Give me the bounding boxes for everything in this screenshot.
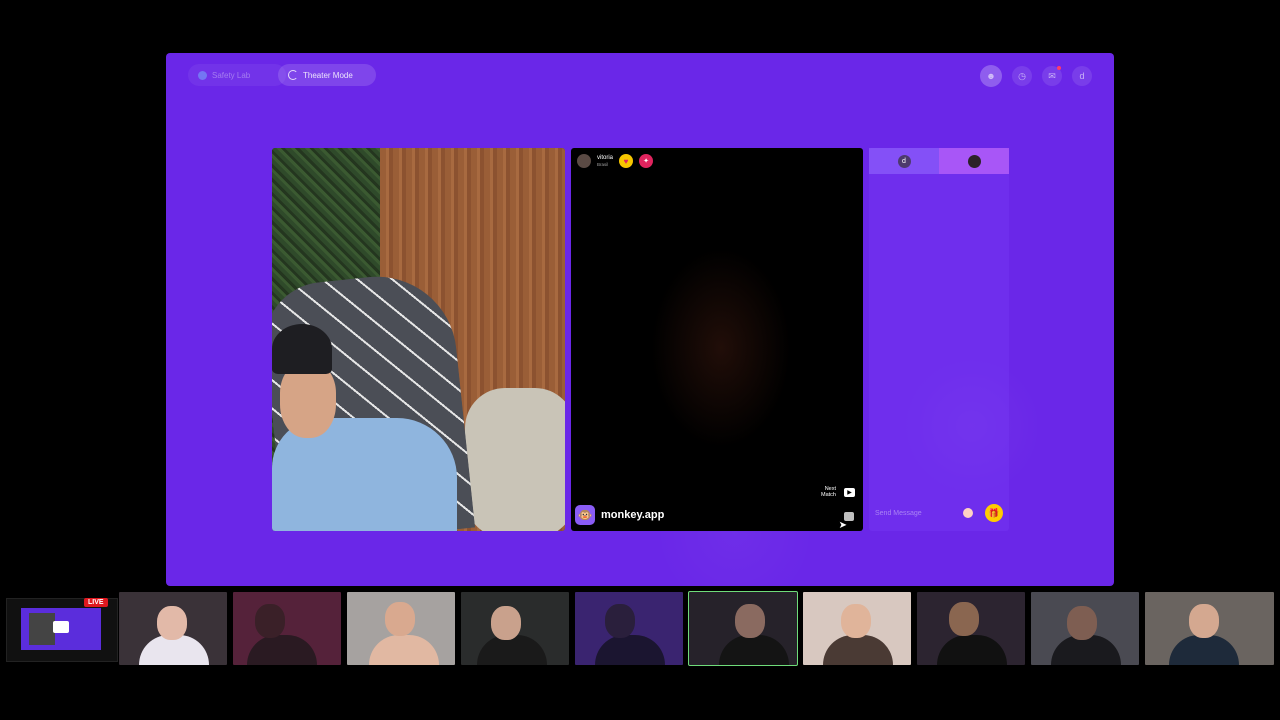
safety-lab-label: Safety Lab: [212, 70, 251, 80]
self-avatar: d: [897, 154, 911, 168]
cam-face: [385, 602, 415, 636]
monkey-logo-icon: 🐵: [575, 505, 595, 525]
cam-face: [841, 604, 871, 638]
self-video: [272, 148, 565, 531]
message-input[interactable]: Send Message: [875, 510, 963, 517]
theater-mode-button[interactable]: Theater Mode: [278, 64, 376, 86]
chat-header: d: [869, 148, 1009, 174]
cam-face: [1189, 604, 1219, 638]
partner-info: vitoria Brasil: [597, 155, 613, 167]
cam-tile[interactable]: [461, 592, 569, 665]
partner-chat-avatar: [967, 154, 981, 168]
gift-button[interactable]: 🎁: [985, 504, 1003, 522]
camera-strip: [0, 591, 1280, 667]
next-match-button[interactable]: ▶: [844, 487, 855, 497]
theater-mode-label: Theater Mode: [303, 70, 353, 80]
shield-icon: [198, 70, 207, 80]
mouse-cursor-icon: ➤: [838, 520, 847, 531]
cam-person: [369, 635, 439, 665]
partner-video: vitoria Brasil ♥ ✦ 🐵 monkey.app Next Mat…: [571, 148, 863, 531]
cam-face: [605, 604, 635, 638]
brand-name: monkey.app: [601, 509, 665, 521]
cam-person: [719, 635, 789, 665]
next-match-label: Next Match: [821, 486, 836, 498]
partner-header: vitoria Brasil ♥ ✦: [577, 154, 654, 168]
chat-panel: d Send Message 🎁: [869, 148, 1009, 531]
partner-country: Brasil: [597, 162, 609, 167]
cam-person: [247, 635, 317, 665]
cam-tile[interactable]: [803, 592, 911, 665]
cam-person: [823, 635, 893, 665]
cam-tile[interactable]: [575, 592, 683, 665]
cam-tile[interactable]: [1031, 592, 1139, 665]
cam-person: [477, 635, 547, 665]
chat-input-row: Send Message 🎁: [875, 503, 1003, 523]
messages-icon[interactable]: ✉: [1042, 66, 1062, 86]
heart-icon[interactable]: ♥: [619, 154, 634, 168]
cam-face: [949, 602, 979, 636]
cam-person: [595, 635, 665, 665]
top-bar-icons: ☻ ◷ ✉ d: [980, 65, 1092, 87]
partner-avatar[interactable]: [577, 154, 591, 168]
chat-tab-self[interactable]: d: [869, 148, 939, 174]
theater-mode-icon: [288, 70, 298, 80]
history-icon[interactable]: ◷: [1012, 66, 1032, 86]
next-match-control[interactable]: Next Match ▶: [821, 486, 855, 498]
brand-watermark: 🐵 monkey.app: [575, 505, 664, 525]
cam-face: [157, 606, 187, 640]
self-initial: d: [902, 157, 906, 165]
profile-avatar-icon[interactable]: ☻: [980, 65, 1002, 87]
emoji-icon[interactable]: [963, 508, 973, 518]
cam-tile[interactable]: [917, 592, 1025, 665]
cam-face: [255, 604, 285, 638]
partner-silhouette: [651, 248, 791, 448]
app-window: Safety Lab Theater Mode ☻ ◷ ✉ d vitoria …: [166, 53, 1114, 586]
chat-tab-partner[interactable]: [939, 148, 1009, 174]
partner-name: vitoria: [597, 155, 614, 161]
cam-tile-active[interactable]: [688, 591, 798, 666]
cam-face: [491, 606, 521, 640]
cam-face: [1067, 606, 1097, 640]
person-cap: [272, 324, 332, 374]
background-pouf: [465, 388, 565, 531]
cam-tile[interactable]: [233, 592, 341, 665]
cam-tile[interactable]: [347, 592, 455, 665]
gift-icon[interactable]: ✦: [639, 154, 654, 168]
cam-face: [735, 604, 765, 638]
user-menu-button[interactable]: d: [1072, 66, 1092, 86]
safety-lab-button[interactable]: Safety Lab: [188, 64, 286, 86]
top-bar: Safety Lab Theater Mode ☻ ◷ ✉ d: [166, 53, 1114, 97]
cam-tile[interactable]: [119, 592, 227, 665]
cam-person: [1169, 635, 1239, 665]
cam-tile[interactable]: [1145, 592, 1274, 665]
person-head: [280, 363, 336, 438]
cam-person: [937, 635, 1007, 665]
user-initial: d: [1079, 71, 1085, 81]
